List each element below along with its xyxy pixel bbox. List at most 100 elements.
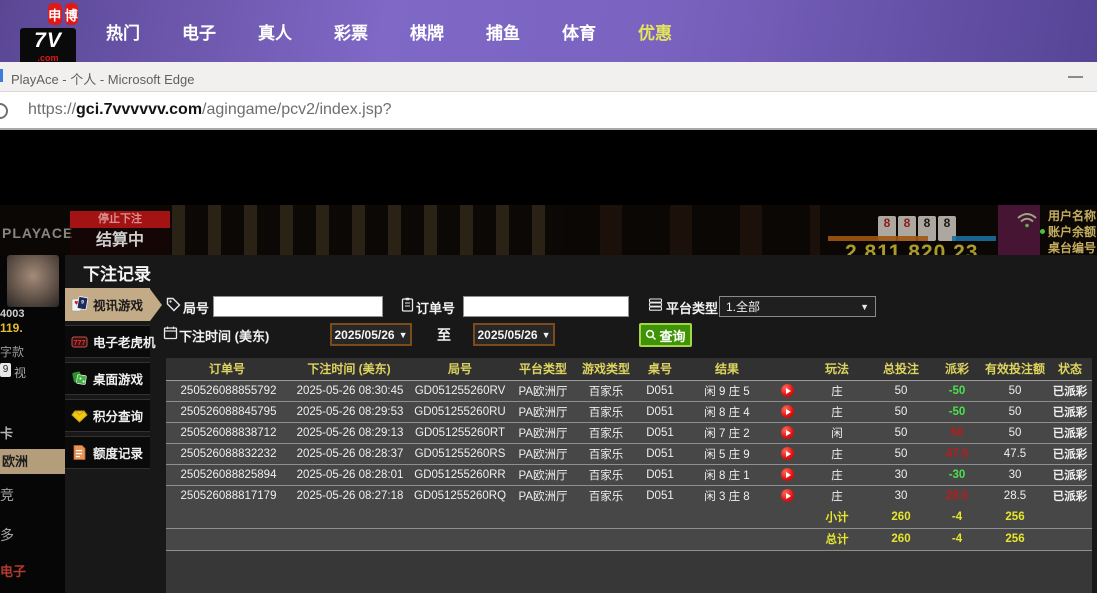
subtotal-bet: 260 bbox=[870, 506, 932, 528]
bg-stop-betting-banner: 停止下注 bbox=[70, 211, 170, 228]
cell-table: D051 bbox=[636, 422, 684, 443]
cell-payout: 50 bbox=[932, 422, 982, 443]
cell-game: 百家乐 bbox=[576, 485, 636, 506]
cell-platform: PA欧洲厅 bbox=[510, 380, 576, 401]
url-scheme: https:// bbox=[28, 101, 76, 118]
logo-badges: 申 博 bbox=[48, 3, 78, 25]
sidebar-item-label: 视讯游戏 bbox=[93, 295, 143, 314]
cell-table: D051 bbox=[636, 380, 684, 401]
date-from-picker[interactable]: 2025/05/26 ▼ bbox=[330, 323, 412, 346]
replay-icon[interactable] bbox=[781, 426, 794, 439]
round-number-input[interactable] bbox=[213, 296, 383, 317]
wifi-icon bbox=[1016, 211, 1038, 229]
sidebar-item-points-query[interactable]: 积分查询 bbox=[65, 399, 150, 432]
cell-payout: 28.5 bbox=[932, 485, 982, 506]
date-to-picker[interactable]: 2025/05/26 ▼ bbox=[473, 323, 555, 346]
nav-item-fishing[interactable]: 捕鱼 bbox=[486, 19, 520, 44]
bg-slot-machines bbox=[172, 205, 562, 255]
total-spacer bbox=[166, 528, 804, 550]
background-page-band: PLAYACE 停止下注 结算中 8 8 8 8 2,811,820.23 用户… bbox=[0, 205, 1097, 255]
cell-valid: 47.5 bbox=[982, 443, 1048, 464]
bg-fragment-text: 卡 bbox=[0, 423, 13, 442]
total-row: 总计 260 -4 256 bbox=[166, 528, 1092, 550]
platform-list-icon bbox=[648, 297, 663, 312]
minimize-button[interactable] bbox=[1068, 76, 1083, 78]
cell-payout: -50 bbox=[932, 380, 982, 401]
site-logo[interactable]: 申 博 7V .com bbox=[20, 3, 78, 62]
cell-replay bbox=[770, 380, 804, 401]
replay-icon[interactable] bbox=[781, 489, 794, 502]
nav-item-sports[interactable]: 体育 bbox=[562, 19, 596, 44]
total-bet: 260 bbox=[870, 528, 932, 550]
cell-order: 250526088838712 bbox=[166, 422, 288, 443]
bg-balance-label: 账户余额 bbox=[1048, 224, 1097, 240]
chevron-down-icon: ▼ bbox=[399, 330, 408, 340]
query-button-label: 查询 bbox=[659, 326, 685, 345]
nav-item-slots[interactable]: 电子 bbox=[182, 19, 216, 44]
nav-item-boardgames[interactable]: 棋牌 bbox=[410, 19, 444, 44]
quota-document-icon bbox=[71, 444, 88, 461]
sidebar-item-quota-records[interactable]: 额度记录 bbox=[65, 436, 150, 469]
col-header-platform: 平台类型 bbox=[510, 358, 576, 380]
platform-type-value: 1.全部 bbox=[726, 298, 760, 315]
calendar-icon bbox=[163, 325, 178, 340]
bg-fragment-card: 9 bbox=[0, 363, 11, 377]
platform-type-select[interactable]: 1.全部 ▼ bbox=[719, 296, 876, 317]
cell-payout: 47.5 bbox=[932, 443, 982, 464]
bg-fragment-text: 视 bbox=[14, 364, 26, 381]
cell-replay bbox=[770, 443, 804, 464]
bg-account-labels: 用户名称 账户余额 桌台编号 bbox=[1048, 208, 1097, 255]
replay-icon[interactable] bbox=[781, 468, 794, 481]
order-number-input[interactable] bbox=[463, 296, 629, 317]
table-row: 2505260888557922025-05-26 08:30:45GD0512… bbox=[166, 380, 1092, 401]
cell-platform: PA欧洲厅 bbox=[510, 443, 576, 464]
sidebar-item-video-games[interactable]: 9 视讯游戏 bbox=[65, 288, 150, 321]
cell-bet: 50 bbox=[870, 422, 932, 443]
replay-icon[interactable] bbox=[781, 384, 794, 397]
cell-play: 庄 bbox=[804, 443, 870, 464]
query-button[interactable]: 查询 bbox=[639, 323, 692, 347]
bg-fragment-text: 字款 bbox=[0, 343, 24, 360]
address-bar[interactable]: https://gci.7vvvvvv.com/agingame/pcv2/in… bbox=[28, 101, 392, 119]
black-band bbox=[0, 130, 1097, 205]
sidebar-item-label: 桌面游戏 bbox=[93, 369, 143, 388]
bg-username-label: 用户名称 bbox=[1048, 208, 1097, 224]
nav-item-live[interactable]: 真人 bbox=[258, 19, 292, 44]
favicon-fragment-icon bbox=[0, 69, 3, 82]
cell-order: 250526088817179 bbox=[166, 485, 288, 506]
cell-status: 已派彩 bbox=[1048, 380, 1092, 401]
table-row: 2505260888171792025-05-26 08:27:18GD0512… bbox=[166, 485, 1092, 506]
cell-round: GD051255260RV bbox=[410, 380, 510, 401]
logo-suffix: .com bbox=[20, 54, 76, 62]
total-payout: -4 bbox=[932, 528, 982, 550]
panel-sidebar: 9 视讯游戏 777 电子老虎机 桌面游戏 bbox=[65, 288, 150, 473]
table-row: 2505260888457952025-05-26 08:29:53GD0512… bbox=[166, 401, 1092, 422]
cell-time: 2025-05-26 08:30:45 bbox=[288, 380, 410, 401]
replay-icon[interactable] bbox=[781, 405, 794, 418]
nav-item-promo[interactable]: 优惠 bbox=[638, 19, 672, 44]
cell-play: 庄 bbox=[804, 485, 870, 506]
sidebar-item-table-games[interactable]: 桌面游戏 bbox=[65, 362, 150, 395]
total-label: 总计 bbox=[804, 528, 870, 550]
cell-bet: 30 bbox=[870, 485, 932, 506]
replay-icon[interactable] bbox=[781, 447, 794, 460]
cell-bet: 50 bbox=[870, 401, 932, 422]
order-number-label: 订单号 bbox=[416, 298, 455, 317]
nav-item-lottery[interactable]: 彩票 bbox=[334, 19, 368, 44]
subtotal-label: 小计 bbox=[804, 506, 870, 528]
cell-replay bbox=[770, 401, 804, 422]
bg-fragment-balance: 119. bbox=[0, 321, 23, 335]
nav-item-hot[interactable]: 热门 bbox=[106, 19, 140, 44]
logo-box: 7V .com bbox=[20, 28, 76, 62]
bg-fragment-number: 4003 bbox=[0, 308, 24, 320]
cell-play: 庄 bbox=[804, 464, 870, 485]
sidebar-item-slot-machine[interactable]: 777 电子老虎机 bbox=[65, 325, 150, 358]
bg-fragment-highlighted-item: 欧洲 bbox=[0, 449, 65, 474]
table-row: 2505260888258942025-05-26 08:28:01GD0512… bbox=[166, 464, 1092, 485]
cell-time: 2025-05-26 08:29:53 bbox=[288, 401, 410, 422]
sidebar-item-label: 积分查询 bbox=[93, 406, 143, 425]
reload-icon[interactable] bbox=[0, 103, 8, 119]
bet-records-table-area: 订单号 下注时间 (美东) 局号 平台类型 游戏类型 桌号 结果 玩法 总投注 … bbox=[166, 358, 1092, 593]
col-header-order: 订单号 bbox=[166, 358, 288, 380]
cell-valid: 28.5 bbox=[982, 485, 1048, 506]
